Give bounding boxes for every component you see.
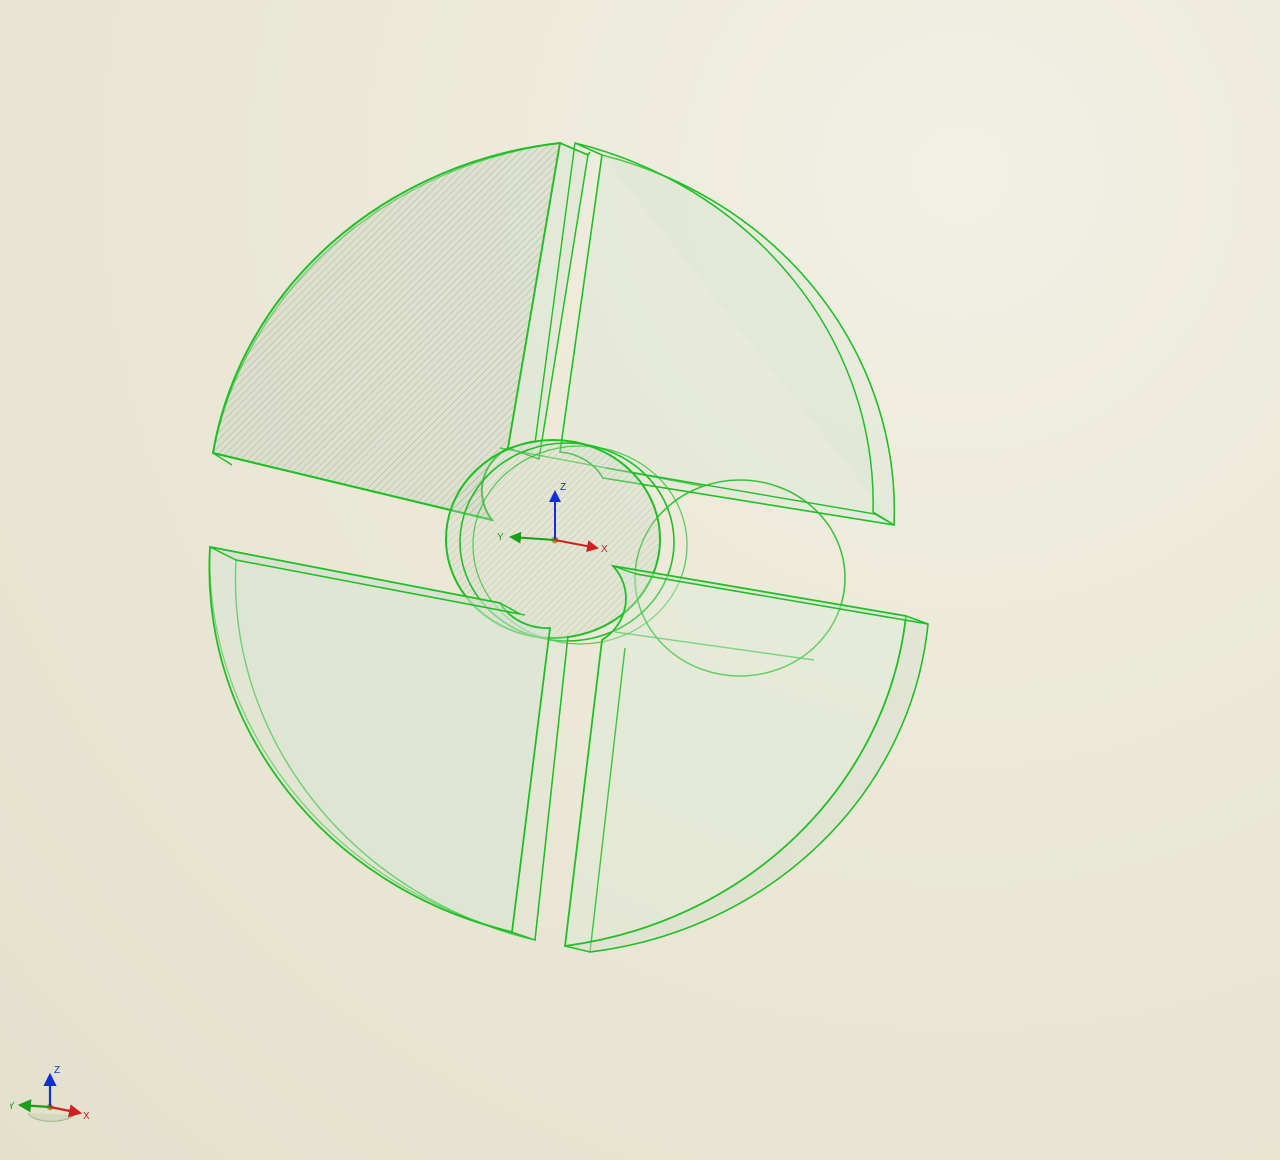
cad-model[interactable]	[209, 143, 928, 952]
corner-x-axis-icon	[50, 1107, 80, 1113]
z-axis-label: Z	[560, 482, 566, 493]
cad-viewport[interactable]: Z X Y Z X Y	[0, 0, 1280, 1160]
cad-model-canvas[interactable]: Z X Y	[0, 0, 1280, 1160]
corner-y-axis-label: Y	[10, 1101, 15, 1112]
corner-z-axis-label: Z	[54, 1065, 60, 1076]
corner-x-axis-label: X	[83, 1111, 90, 1122]
corner-y-axis-icon	[20, 1105, 50, 1107]
corner-view-triad[interactable]: Z X Y	[10, 1052, 110, 1142]
blade-bottom-right	[565, 566, 928, 952]
y-axis-label: Y	[497, 532, 504, 543]
x-axis-label: X	[601, 544, 608, 555]
triad-ground-icon	[28, 1113, 74, 1121]
